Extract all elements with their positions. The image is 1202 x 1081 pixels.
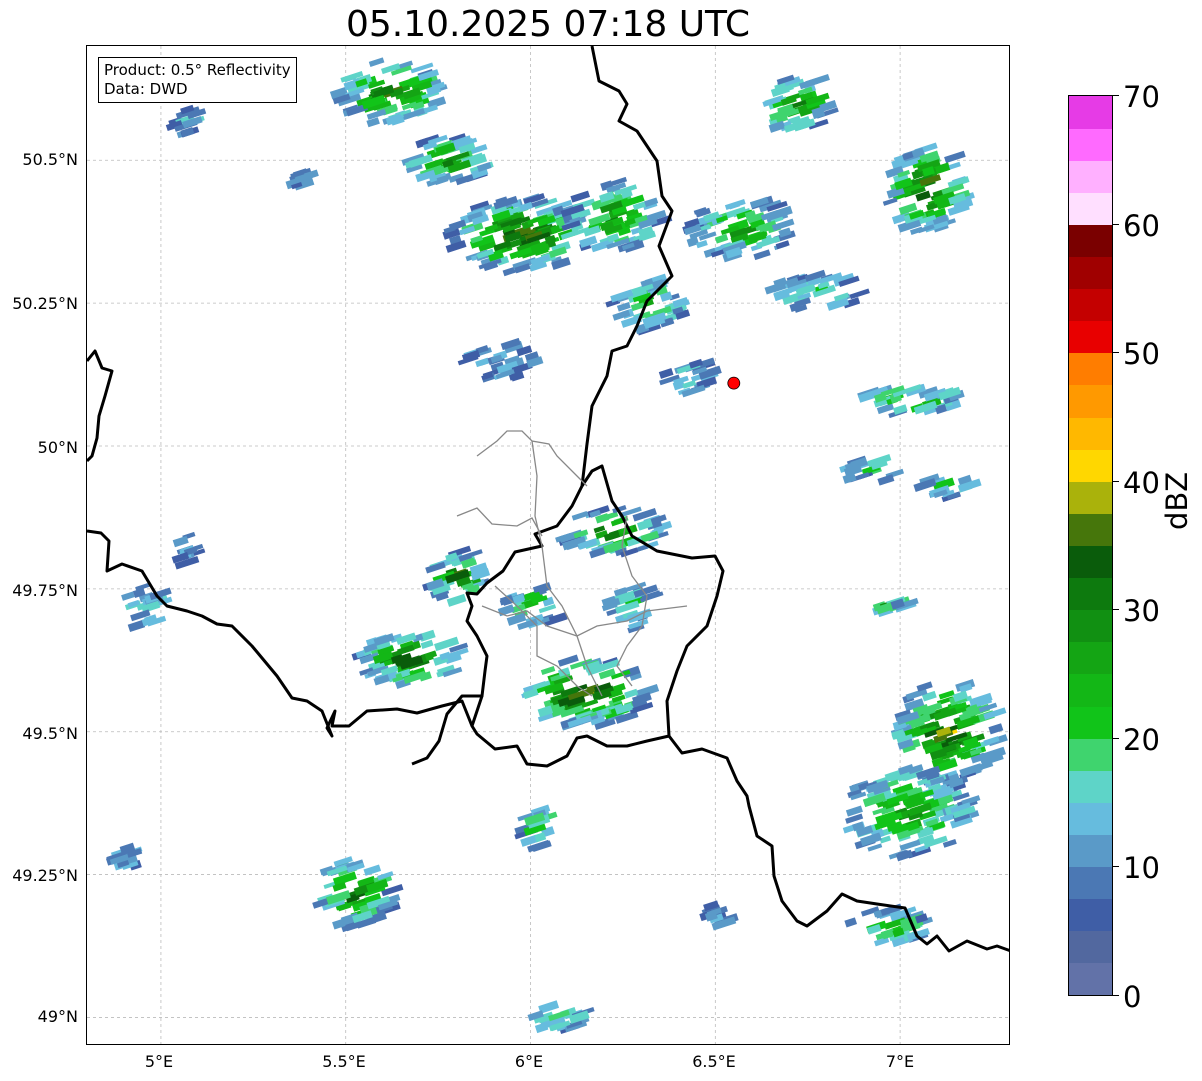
- lat-label-49-5: 49.5°N: [22, 724, 78, 743]
- colorbar-label-40: 40: [1123, 466, 1160, 500]
- colorbar-segment: [1069, 866, 1112, 900]
- colorbar-segment: [1069, 770, 1112, 803]
- lat-label-49-25: 49.25°N: [12, 866, 78, 885]
- colorbar-segment: [1069, 673, 1112, 707]
- colorbar-segment: [1069, 481, 1112, 514]
- colorbar-tick: [1113, 866, 1119, 867]
- radar-site-marker: [727, 376, 741, 390]
- lat-label-49-75: 49.75°N: [12, 581, 78, 600]
- reflectivity-echoes: [105, 57, 1008, 1034]
- lon-label-6-5: 6.5°E: [692, 1052, 736, 1071]
- colorbar-label-30: 30: [1123, 594, 1160, 628]
- colorbar-segment: [1069, 128, 1112, 161]
- map-panel[interactable]: Product: 0.5° Reflectivity Data: DWD: [86, 45, 1010, 1045]
- lat-label-50: 50°N: [37, 438, 78, 457]
- lu-district-north: [476, 430, 588, 487]
- echo-pixel: [872, 807, 887, 816]
- colorbar-segment: [1069, 609, 1112, 643]
- echo-pixel: [849, 288, 870, 300]
- echo-pixel: [753, 249, 771, 261]
- echo-pixel: [842, 472, 857, 484]
- colorbar-tick: [1113, 481, 1119, 482]
- echo-pixel: [534, 1022, 549, 1034]
- colorbar-label-50: 50: [1123, 337, 1160, 371]
- colorbar: [1068, 95, 1113, 996]
- echo-pixel: [571, 511, 589, 521]
- colorbar-segment: [1069, 288, 1112, 322]
- product-label: Product: 0.5° Reflectivity: [104, 61, 291, 79]
- colorbar-segment: [1069, 352, 1112, 386]
- echo-pixel: [540, 665, 556, 676]
- border-de-be: [580, 46, 674, 487]
- border-lu-west: [411, 485, 584, 766]
- chart-title: 05.10.2025 07:18 UTC: [345, 4, 751, 45]
- colorbar-segment: [1069, 96, 1112, 129]
- colorbar-label-0: 0: [1123, 980, 1142, 1014]
- border-be-fr-west: [87, 349, 114, 463]
- colorbar-segment: [1069, 930, 1112, 964]
- colorbar-tick: [1113, 738, 1119, 739]
- echo-pixel: [172, 535, 189, 548]
- colorbar-tick: [1113, 995, 1119, 996]
- colorbar-segment: [1069, 160, 1112, 193]
- colorbar-segment: [1069, 192, 1112, 225]
- echo-pixel: [446, 593, 467, 607]
- echo-pixel: [805, 74, 830, 88]
- colorbar-segment: [1069, 224, 1112, 258]
- lat-label-49: 49°N: [37, 1007, 78, 1026]
- echo-pixel: [844, 917, 858, 928]
- echo-pixel: [877, 474, 895, 486]
- colorbar-segment: [1069, 577, 1112, 611]
- colorbar-segment: [1069, 545, 1112, 579]
- echo-pixel: [121, 591, 135, 601]
- echo-pixel: [882, 197, 898, 206]
- lon-label-6: 6°E: [514, 1052, 544, 1071]
- echo-pixel: [714, 233, 729, 244]
- echo-pixel: [988, 723, 1004, 735]
- lat-label-50-25: 50.25°N: [12, 294, 78, 313]
- lat-label-50-5: 50.5°N: [22, 150, 78, 169]
- colorbar-tick: [1113, 352, 1119, 353]
- colorbar-label-10: 10: [1123, 851, 1160, 885]
- echo-pixel: [948, 161, 961, 170]
- colorbar-segment: [1069, 962, 1112, 995]
- colorbar-segment: [1069, 641, 1112, 675]
- colorbar-label-60: 60: [1123, 209, 1160, 243]
- colorbar-label-20: 20: [1123, 723, 1160, 757]
- echo-pixel: [368, 57, 385, 67]
- data-source-label: Data: DWD: [104, 80, 188, 98]
- colorbar-segment: [1069, 256, 1112, 290]
- colorbar-segment: [1069, 417, 1112, 450]
- lon-label-5-5: 5.5°E: [322, 1052, 366, 1071]
- colorbar-label-70: 70: [1123, 80, 1160, 114]
- colorbar-segment: [1069, 834, 1112, 868]
- graticule: [87, 46, 1009, 1044]
- echo-pixel: [944, 150, 966, 164]
- lon-label-7: 7°E: [885, 1052, 915, 1071]
- colorbar-segment: [1069, 706, 1112, 739]
- colorbar-segment: [1069, 384, 1112, 418]
- colorbar-tick: [1113, 609, 1119, 610]
- product-info-box: Product: 0.5° Reflectivity Data: DWD: [98, 57, 297, 103]
- colorbar-segment: [1069, 513, 1112, 546]
- lu-district-central: [456, 507, 543, 537]
- lon-label-5: 5°E: [144, 1052, 174, 1071]
- echo-pixel: [363, 864, 382, 876]
- colorbar-segment: [1069, 802, 1112, 835]
- colorbar-segment: [1069, 898, 1112, 932]
- colorbar-segment: [1069, 738, 1112, 771]
- colorbar-segment: [1069, 320, 1112, 354]
- radar-map: [87, 46, 1009, 1044]
- colorbar-segment: [1069, 449, 1112, 482]
- colorbar-tick: [1113, 95, 1119, 96]
- colorbar-unit-label: dBZ: [1160, 471, 1194, 530]
- colorbar-tick: [1113, 224, 1119, 225]
